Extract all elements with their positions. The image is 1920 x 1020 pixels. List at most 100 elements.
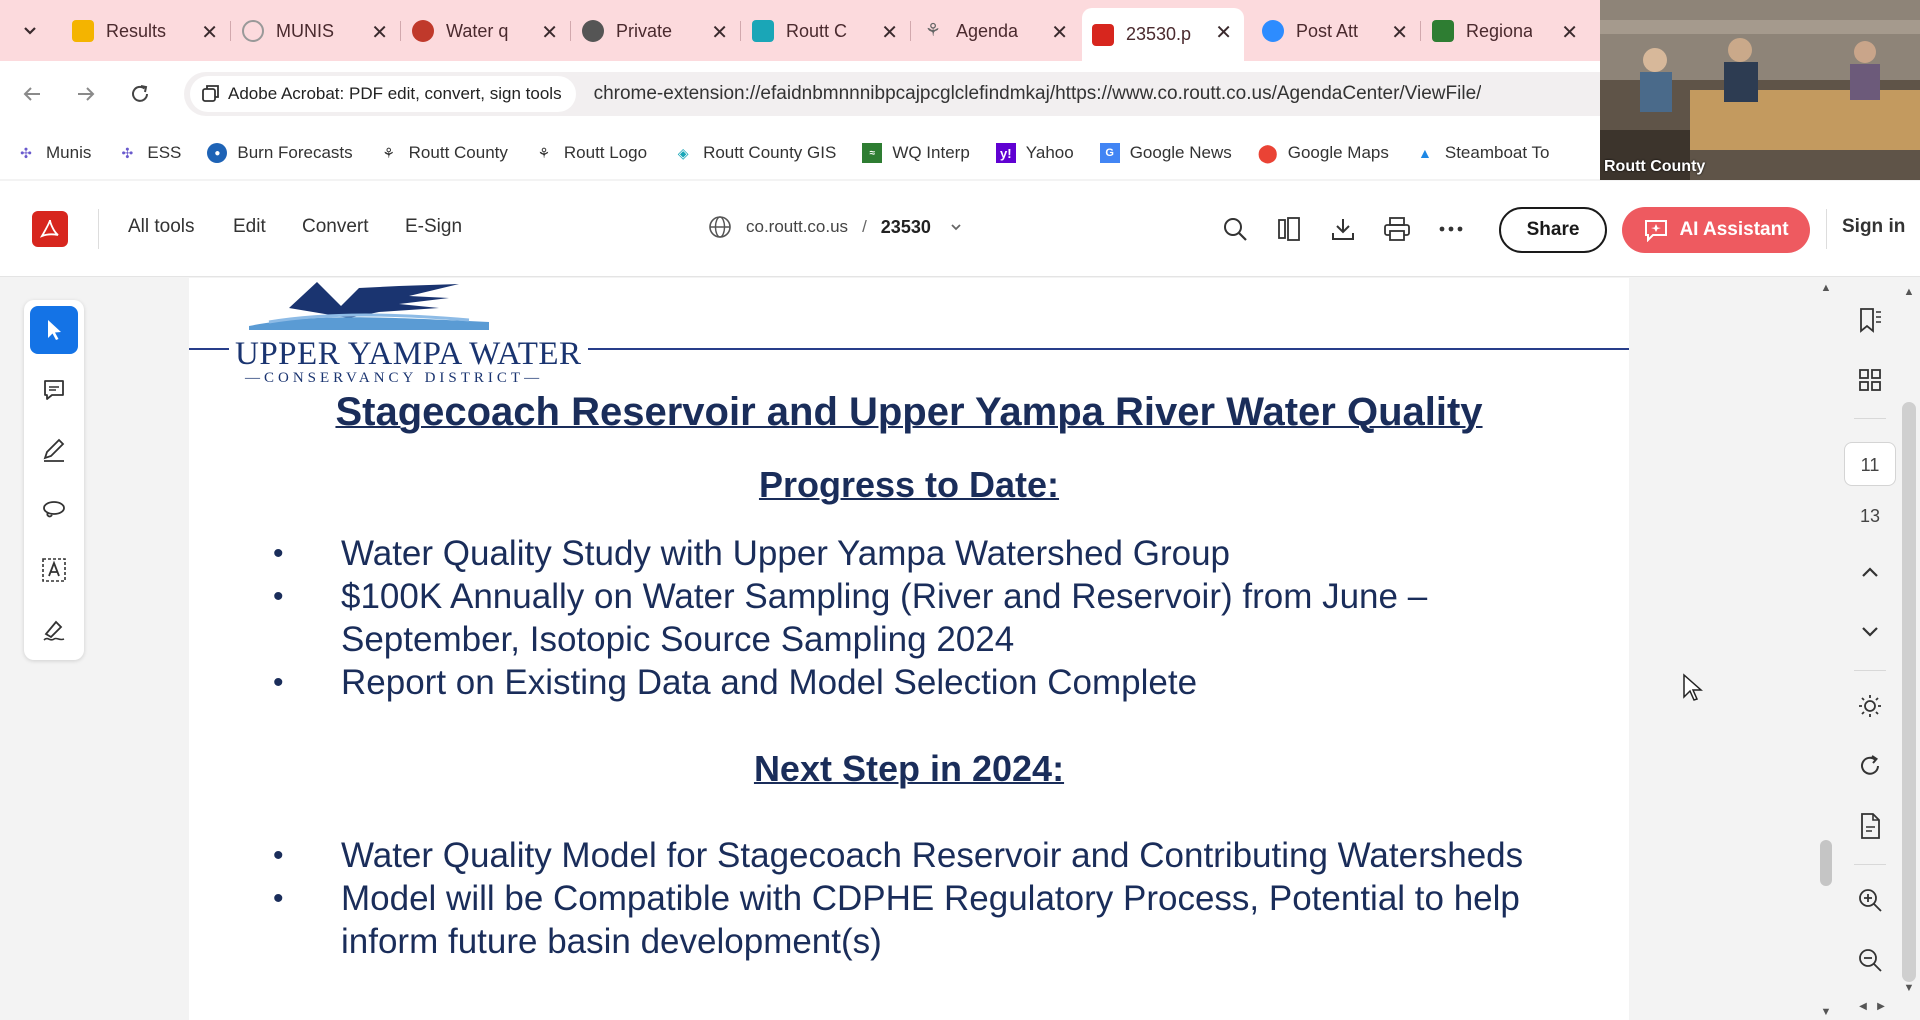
close-icon[interactable]: ✕ bbox=[371, 20, 388, 45]
url-text[interactable]: chrome-extension://efaidnbmnnnibpcajpcgl… bbox=[594, 83, 1482, 105]
next-page-button[interactable] bbox=[1852, 614, 1888, 650]
menu-e-sign[interactable]: E-Sign bbox=[405, 216, 462, 238]
reload-button[interactable] bbox=[124, 78, 156, 110]
progress-heading: Progress to Date: bbox=[758, 464, 1060, 505]
bookmark-burn-forecasts[interactable]: ● Burn Forecasts bbox=[207, 143, 353, 163]
close-icon[interactable]: ✕ bbox=[1215, 20, 1232, 45]
search-icon bbox=[1224, 218, 1247, 241]
tab-results[interactable]: Results ✕ bbox=[62, 11, 231, 51]
search-button[interactable] bbox=[1218, 212, 1252, 246]
bookmark-routt-logo[interactable]: ⚘ Routt Logo bbox=[534, 143, 647, 163]
ai-assistant-button[interactable]: AI Assistant bbox=[1622, 207, 1810, 253]
bookmark-routt-county[interactable]: ⚘ Routt County bbox=[379, 143, 508, 163]
mouse-cursor-icon bbox=[1683, 673, 1703, 701]
close-icon[interactable]: ✕ bbox=[541, 20, 558, 45]
scroll-left-arrow[interactable]: ◀ bbox=[1856, 1000, 1870, 1014]
share-button[interactable]: Share bbox=[1499, 207, 1607, 253]
text-tool[interactable] bbox=[30, 546, 78, 594]
menu-convert[interactable]: Convert bbox=[302, 216, 369, 238]
lasso-tool[interactable] bbox=[30, 486, 78, 534]
dark-mode-button[interactable] bbox=[1852, 688, 1888, 724]
back-button[interactable] bbox=[16, 78, 48, 110]
forward-button[interactable] bbox=[70, 78, 102, 110]
sign-in-link[interactable]: Sign in bbox=[1842, 216, 1905, 238]
download-icon bbox=[1332, 219, 1354, 240]
bookmark-google-maps[interactable]: ⬤ Google Maps bbox=[1258, 143, 1389, 163]
google-news-icon: G bbox=[1099, 143, 1120, 163]
scrollbar-thumb[interactable] bbox=[1820, 840, 1832, 886]
cursor-arrow-icon bbox=[48, 320, 61, 340]
close-icon[interactable]: ✕ bbox=[881, 20, 898, 45]
routt-icon: ⚘ bbox=[924, 20, 942, 40]
current-page-number[interactable]: 11 bbox=[1844, 442, 1896, 486]
wq-icon: ≈ bbox=[862, 143, 883, 163]
pdf-page: UPPER YAMPA WATER —CONSERVANCY DISTRICT—… bbox=[189, 278, 1629, 1020]
tab-agenda[interactable]: ⚘ Agenda ✕ bbox=[912, 11, 1080, 51]
tab-private[interactable]: Private ✕ bbox=[572, 11, 741, 51]
rotate-button[interactable] bbox=[1852, 748, 1888, 784]
tab-post-att[interactable]: Post Att ✕ bbox=[1252, 11, 1421, 51]
bookmark-steamboat[interactable]: ▲ Steamboat To bbox=[1415, 143, 1550, 163]
print-icon bbox=[1384, 217, 1410, 241]
close-icon[interactable]: ✕ bbox=[1051, 20, 1068, 45]
select-tool[interactable] bbox=[30, 306, 78, 354]
download-button[interactable] bbox=[1326, 212, 1360, 246]
acrobat-icon bbox=[1092, 23, 1114, 46]
tab-pdf-23530[interactable]: 23530.p ✕ bbox=[1082, 8, 1244, 61]
document-title: Stagecoach Reservoir and Upper Yampa Riv… bbox=[335, 390, 1483, 434]
yahoo-icon: y! bbox=[995, 143, 1016, 163]
sign-tool[interactable] bbox=[30, 606, 78, 654]
list-item: Model will be Compatible with CDPHE Regu… bbox=[273, 877, 1593, 963]
page-view-button[interactable] bbox=[1272, 212, 1306, 246]
divider bbox=[98, 209, 99, 249]
scroll-up-arrow[interactable]: ▲ bbox=[1903, 286, 1915, 298]
draw-tool[interactable] bbox=[30, 426, 78, 474]
scrollbar-thumb[interactable] bbox=[1902, 402, 1916, 982]
scroll-down-arrow[interactable]: ▼ bbox=[1820, 1006, 1832, 1018]
extension-chip[interactable]: Adobe Acrobat: PDF edit, convert, sign t… bbox=[190, 76, 576, 112]
previous-page-button[interactable] bbox=[1852, 554, 1888, 590]
tab-search-button[interactable] bbox=[14, 14, 46, 46]
close-icon[interactable]: ✕ bbox=[1391, 20, 1408, 45]
list-item: Water Quality Model for Stagecoach Reser… bbox=[273, 834, 1593, 877]
file-breadcrumb[interactable]: co.routt.co.us / 23530 bbox=[708, 215, 963, 239]
extension-icon bbox=[202, 85, 219, 102]
progress-list: Water Quality Study with Upper Yampa Wat… bbox=[273, 532, 1593, 704]
scroll-right-arrow[interactable]: ▶ bbox=[1874, 1000, 1888, 1014]
bookmark-munis[interactable]: ✣ Munis bbox=[16, 143, 91, 163]
menu-edit[interactable]: Edit bbox=[233, 216, 266, 238]
scroll-down-arrow[interactable]: ▼ bbox=[1903, 982, 1915, 994]
bookmark-ess[interactable]: ✣ ESS bbox=[117, 143, 181, 163]
district-logo-mountains bbox=[249, 282, 489, 330]
comment-tool[interactable] bbox=[30, 366, 78, 414]
grid-icon bbox=[1859, 369, 1881, 391]
close-icon[interactable]: ✕ bbox=[711, 20, 728, 45]
bookmark-wq-interp[interactable]: ≈ WQ Interp bbox=[862, 143, 970, 163]
document-properties-button[interactable] bbox=[1852, 808, 1888, 844]
divider bbox=[1854, 864, 1886, 865]
acrobat-logo[interactable] bbox=[32, 211, 68, 247]
tab-regional[interactable]: Regiona ✕ bbox=[1422, 11, 1590, 51]
page-scrollbar[interactable]: ▲ ▼ bbox=[1820, 282, 1832, 1020]
bookmarks-panel-button[interactable] bbox=[1852, 302, 1888, 338]
video-call-overlay[interactable]: Routt County bbox=[1600, 0, 1920, 180]
bookmark-google-news[interactable]: G Google News bbox=[1099, 143, 1232, 163]
thumbnails-panel-button[interactable] bbox=[1852, 362, 1888, 398]
chevron-down-icon[interactable] bbox=[949, 220, 963, 234]
menu-all-tools[interactable]: All tools bbox=[128, 216, 195, 238]
tab-munis[interactable]: MUNIS ✕ bbox=[232, 11, 401, 51]
scroll-up-arrow[interactable]: ▲ bbox=[1820, 282, 1832, 294]
usda-icon bbox=[1432, 20, 1454, 42]
zoom-in-button[interactable] bbox=[1852, 882, 1888, 918]
zoom-out-button[interactable] bbox=[1852, 942, 1888, 978]
bookmark-yahoo[interactable]: y! Yahoo bbox=[995, 143, 1074, 163]
window-scrollbar[interactable]: ▲ ▼ bbox=[1898, 282, 1920, 1020]
close-icon[interactable]: ✕ bbox=[1561, 20, 1578, 45]
tab-routt-county[interactable]: Routt C ✕ bbox=[742, 11, 911, 51]
close-icon[interactable]: ✕ bbox=[201, 20, 218, 45]
tab-water-quality[interactable]: Water q ✕ bbox=[402, 11, 571, 51]
slides-icon bbox=[72, 20, 94, 42]
more-options-button[interactable] bbox=[1434, 212, 1468, 246]
print-button[interactable] bbox=[1380, 212, 1414, 246]
bookmark-routt-county-gis[interactable]: ◈ Routt County GIS bbox=[673, 143, 837, 163]
